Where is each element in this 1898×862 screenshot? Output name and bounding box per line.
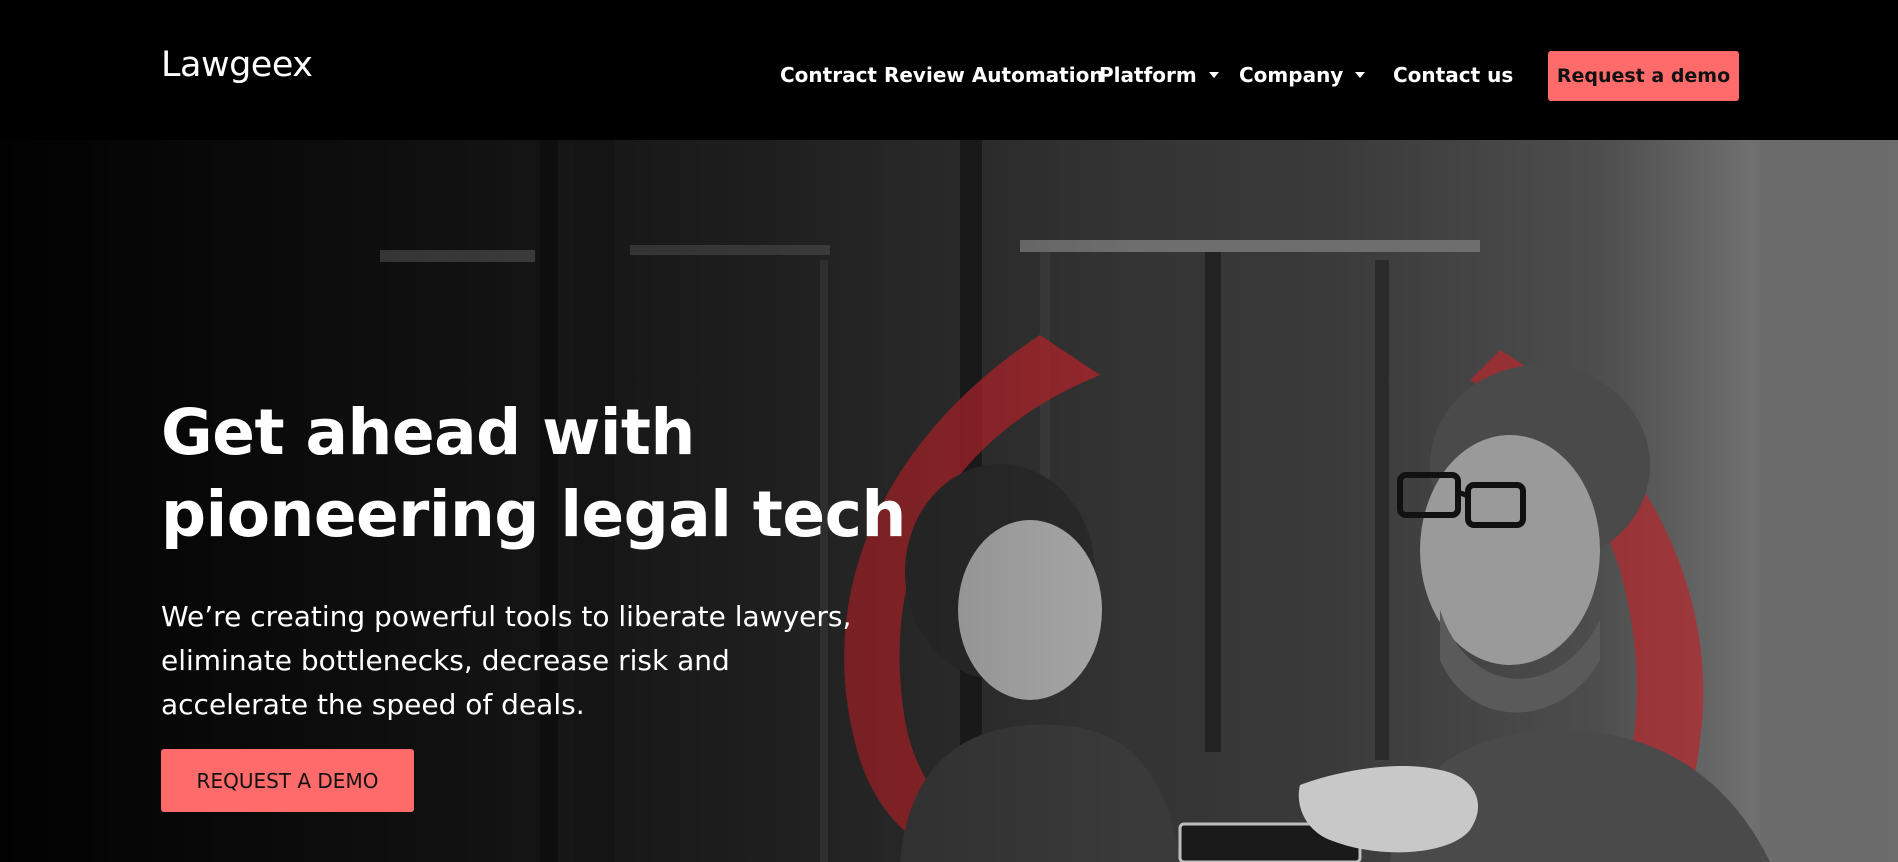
hero-title-line: Get ahead with [161, 396, 695, 469]
hero-section: Get ahead with pioneering legal tech We’… [0, 140, 1898, 862]
site-header: Lawgeex Contract Review Automation Platf… [0, 0, 1898, 140]
nav-item-contact-us[interactable]: Contact us [1393, 50, 1513, 100]
nav-item-label: Company [1239, 63, 1344, 87]
hero-subtitle: We’re creating powerful tools to liberat… [161, 595, 921, 727]
hero-title: Get ahead with pioneering legal tech [161, 392, 921, 556]
hero-subtitle-line: We’re creating powerful tools to liberat… [161, 600, 852, 633]
caret-down-icon [1208, 72, 1219, 78]
hero-title-line: pioneering legal tech [161, 478, 906, 551]
hero-subtitle-line: accelerate the speed of deals. [161, 688, 585, 721]
nav-item-label: Contract Review Automation [780, 63, 1104, 87]
nav-item-company[interactable]: Company [1239, 50, 1366, 100]
nav-item-label: Platform [1099, 63, 1197, 87]
nav-item-label: Contact us [1393, 63, 1514, 87]
nav-item-platform[interactable]: Platform [1099, 50, 1219, 100]
nav-item-contract-review-automation[interactable]: Contract Review Automation [780, 50, 1104, 100]
hero-request-demo-button[interactable]: REQUEST A DEMO [161, 749, 414, 812]
request-demo-button[interactable]: Request a demo [1548, 51, 1739, 101]
hero-subtitle-line: eliminate bottlenecks, decrease risk and [161, 644, 730, 677]
caret-down-icon [1355, 72, 1366, 78]
